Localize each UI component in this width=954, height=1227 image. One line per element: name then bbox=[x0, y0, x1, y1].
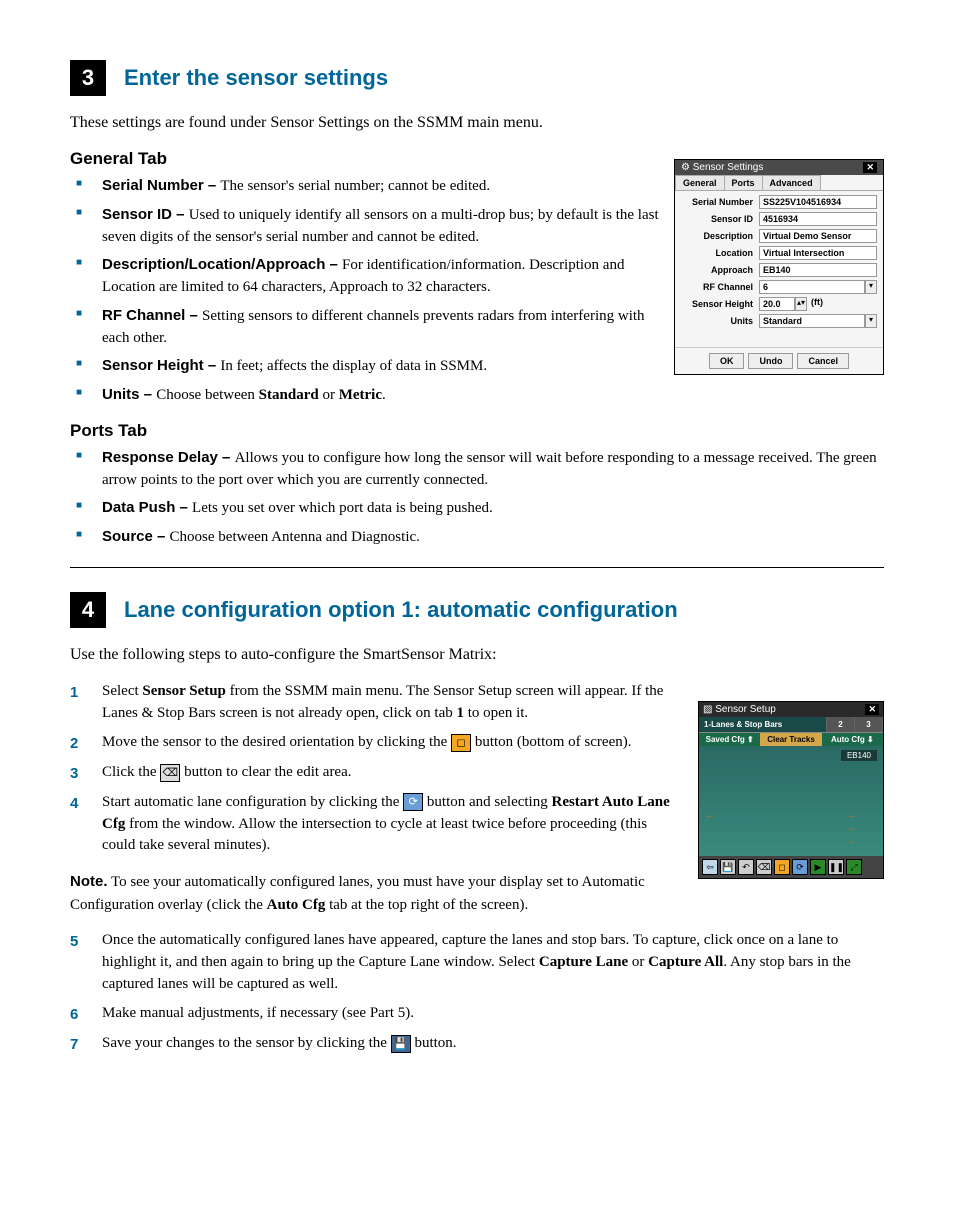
general-item-rf: RF Channel – Setting sensors to differen… bbox=[70, 305, 670, 350]
sensor-height-label: Sensor Height bbox=[681, 299, 759, 309]
orient-icon: ◻ bbox=[451, 734, 471, 752]
sensor-height-unit: (ft) bbox=[807, 297, 823, 311]
dialog-titlebar: ⚙ Sensor Settings ✕ bbox=[675, 160, 883, 175]
section-4-content: 1Select Sensor Setup from the SSMM main … bbox=[70, 681, 884, 857]
radar-display: EB140 ← ← ← ← bbox=[699, 746, 883, 856]
ok-button[interactable]: OK bbox=[709, 353, 745, 369]
rf-channel-field[interactable]: 6 bbox=[759, 280, 865, 294]
step-5: 5Once the automatically configured lanes… bbox=[70, 930, 884, 995]
serial-number-label: Serial Number bbox=[681, 197, 759, 207]
section-3-content: General Tab Serial Number – The sensor's… bbox=[70, 149, 884, 407]
ports-item-push: Data Push – Lets you set over which port… bbox=[70, 497, 884, 520]
section-3-title: Enter the sensor settings bbox=[124, 65, 388, 91]
stepper-icon[interactable]: ▴▾ bbox=[795, 297, 807, 311]
step-number-4: 4 bbox=[70, 592, 106, 628]
back-icon[interactable]: ⇦ bbox=[702, 859, 718, 875]
units-field[interactable]: Standard bbox=[759, 314, 865, 328]
cancel-button[interactable]: Cancel bbox=[797, 353, 849, 369]
approach-badge: EB140 bbox=[841, 750, 877, 761]
arrow-icon: ← bbox=[848, 823, 858, 834]
section-4-intro: Use the following steps to auto-configur… bbox=[70, 643, 884, 667]
dialog2-toolbar: ⇦ 💾 ↶ ⌫ ◻ ⟳ ▶ ❚❚ ⤢ bbox=[699, 856, 883, 878]
sensor-id-label: Sensor ID bbox=[681, 214, 759, 224]
step-2: 2Move the sensor to the desired orientat… bbox=[70, 732, 670, 754]
step-7: 7Save your changes to the sensor by clic… bbox=[70, 1033, 884, 1055]
arrow-icon: ← bbox=[705, 810, 715, 821]
tab-2[interactable]: 2 bbox=[827, 717, 855, 732]
approach-label: Approach bbox=[681, 265, 759, 275]
location-label: Location bbox=[681, 248, 759, 258]
sensor-height-field[interactable]: 20.0 bbox=[759, 297, 795, 311]
section-4-title: Lane configuration option 1: automatic c… bbox=[124, 597, 678, 623]
auto-cfg-tab[interactable]: Auto Cfg ⬇ bbox=[822, 733, 883, 746]
sensor-id-field[interactable]: 4516934 bbox=[759, 212, 877, 226]
general-item-units: Units – Choose between Standard or Metri… bbox=[70, 384, 670, 407]
close-icon[interactable]: ✕ bbox=[863, 162, 877, 173]
tab-ports[interactable]: Ports bbox=[724, 175, 763, 190]
undo-button[interactable]: Undo bbox=[748, 353, 793, 369]
ports-tab-heading: Ports Tab bbox=[70, 421, 884, 441]
save-icon: 💾 bbox=[391, 1035, 411, 1053]
section-divider bbox=[70, 567, 884, 568]
general-tab-heading: General Tab bbox=[70, 149, 670, 169]
dropdown-icon[interactable]: ▾ bbox=[865, 314, 877, 328]
general-tab-list: Serial Number – The sensor's serial numb… bbox=[70, 175, 670, 407]
tab-lanes[interactable]: 1-Lanes & Stop Bars bbox=[699, 717, 827, 732]
arrow-icon: ← bbox=[848, 810, 858, 821]
dialog2-titlebar: ▨ Sensor Setup ✕ bbox=[699, 702, 883, 717]
general-item-sensorid: Sensor ID – Used to uniquely identify al… bbox=[70, 204, 670, 249]
note-paragraph: Note. To see your automatically configur… bbox=[70, 871, 670, 916]
gear-icon: ⚙ bbox=[681, 162, 690, 173]
ports-item-source: Source – Choose between Antenna and Diag… bbox=[70, 526, 884, 549]
dialog-tabs: General Ports Advanced bbox=[675, 175, 883, 191]
dialog2-tabs: 1-Lanes & Stop Bars 2 3 bbox=[699, 717, 883, 733]
general-item-serial: Serial Number – The sensor's serial numb… bbox=[70, 175, 670, 198]
auto-cfg-icon[interactable]: ⟳ bbox=[792, 859, 808, 875]
section-4-header: 4 Lane configuration option 1: automatic… bbox=[70, 592, 884, 628]
units-label: Units bbox=[681, 316, 759, 326]
step-1: 1Select Sensor Setup from the SSMM main … bbox=[70, 681, 670, 725]
clear-tracks-tab[interactable]: Clear Tracks bbox=[760, 733, 821, 746]
orient-icon[interactable]: ◻ bbox=[774, 859, 790, 875]
ports-tab-list: Response Delay – Allows you to configure… bbox=[70, 447, 884, 549]
undo-icon[interactable]: ↶ bbox=[738, 859, 754, 875]
auto-config-steps: 1Select Sensor Setup from the SSMM main … bbox=[70, 681, 670, 857]
step-number-3: 3 bbox=[70, 60, 106, 96]
serial-number-field: SS225V104516934 bbox=[759, 195, 877, 209]
dropdown-icon[interactable]: ▾ bbox=[865, 280, 877, 294]
step-6: 6Make manual adjustments, if necessary (… bbox=[70, 1003, 884, 1025]
save-icon[interactable]: 💾 bbox=[720, 859, 736, 875]
step-4: 4Start automatic lane configuration by c… bbox=[70, 792, 670, 857]
rf-channel-label: RF Channel bbox=[681, 282, 759, 292]
eraser-icon[interactable]: ⌫ bbox=[756, 859, 772, 875]
dialog2-subtabs: Saved Cfg ⬆ Clear Tracks Auto Cfg ⬇ bbox=[699, 733, 883, 746]
general-item-height: Sensor Height – In feet; affects the dis… bbox=[70, 355, 670, 378]
auto-cfg-icon: ⟳ bbox=[403, 793, 423, 811]
sensor-setup-dialog: ▨ Sensor Setup ✕ 1-Lanes & Stop Bars 2 3… bbox=[698, 701, 884, 879]
arrow-icon: ← bbox=[848, 836, 858, 847]
expand-icon[interactable]: ⤢ bbox=[846, 859, 862, 875]
tab-3[interactable]: 3 bbox=[855, 717, 883, 732]
tab-advanced[interactable]: Advanced bbox=[762, 175, 821, 190]
tab-general[interactable]: General bbox=[675, 175, 725, 190]
description-field[interactable]: Virtual Demo Sensor bbox=[759, 229, 877, 243]
saved-cfg-tab[interactable]: Saved Cfg ⬆ bbox=[699, 733, 760, 746]
description-label: Description bbox=[681, 231, 759, 241]
approach-field[interactable]: EB140 bbox=[759, 263, 877, 277]
section-3-intro: These settings are found under Sensor Se… bbox=[70, 111, 884, 135]
eraser-icon: ⌫ bbox=[160, 764, 180, 782]
play-icon[interactable]: ▶ bbox=[810, 859, 826, 875]
general-item-desc: Description/Location/Approach – For iden… bbox=[70, 254, 670, 299]
section-3-header: 3 Enter the sensor settings bbox=[70, 60, 884, 96]
ports-item-delay: Response Delay – Allows you to configure… bbox=[70, 447, 884, 492]
sensor-settings-dialog: ⚙ Sensor Settings ✕ General Ports Advanc… bbox=[674, 159, 884, 375]
location-field[interactable]: Virtual Intersection bbox=[759, 246, 877, 260]
auto-config-steps-continued: 5Once the automatically configured lanes… bbox=[70, 930, 884, 1055]
step-3: 3Click the ⌫ button to clear the edit ar… bbox=[70, 762, 670, 784]
close-icon[interactable]: ✕ bbox=[865, 704, 879, 715]
pause-icon[interactable]: ❚❚ bbox=[828, 859, 844, 875]
